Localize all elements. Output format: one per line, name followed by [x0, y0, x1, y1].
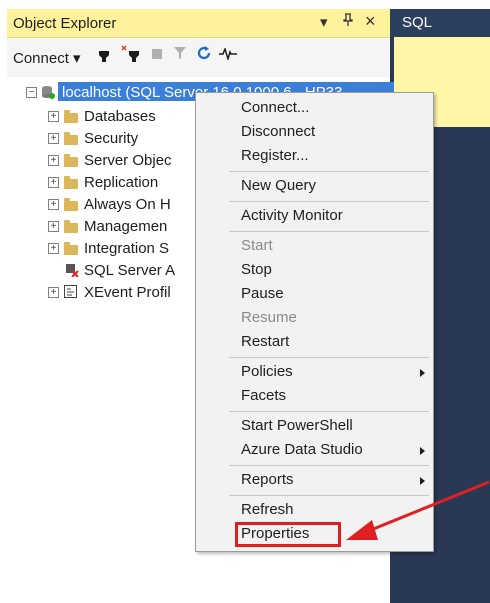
window-position-dropdown-icon[interactable]: ▾	[320, 13, 328, 31]
menu-item-facets[interactable]: Facets	[241, 387, 286, 404]
menu-separator	[229, 171, 429, 172]
stop-icon[interactable]	[151, 47, 163, 64]
folder-icon	[64, 198, 78, 211]
expand-icon[interactable]: +	[48, 133, 59, 144]
submenu-arrow-icon	[420, 447, 425, 455]
object-explorer-toolbar: Connect ▾	[7, 39, 390, 77]
expand-icon[interactable]: +	[48, 243, 59, 254]
filter-icon[interactable]	[173, 46, 187, 64]
expand-icon[interactable]: +	[48, 155, 59, 166]
tree-item-label: Integration S	[84, 240, 170, 257]
properties-highlight-box	[235, 522, 341, 547]
activity-monitor-icon[interactable]	[219, 46, 237, 64]
menu-separator	[229, 231, 429, 232]
menu-item-activity-monitor[interactable]: Activity Monitor	[241, 207, 343, 224]
document-tab-label: SQL	[402, 14, 433, 31]
expand-icon[interactable]: +	[48, 221, 59, 232]
connect-dropdown-button[interactable]: Connect ▾	[13, 49, 81, 67]
pin-icon[interactable]	[342, 13, 354, 31]
folder-icon	[64, 132, 78, 145]
object-explorer-title-bar: Object Explorer ▾ ×	[7, 9, 390, 38]
menu-item-connect[interactable]: Connect...	[241, 99, 309, 116]
tree-item-label: Always On H	[84, 196, 171, 213]
folder-icon	[64, 176, 78, 189]
menu-separator	[229, 495, 429, 496]
folder-icon	[64, 220, 78, 233]
tree-item-label: SQL Server A	[84, 262, 176, 279]
menu-item-reports[interactable]: Reports	[241, 471, 294, 488]
tree-item-label: Replication	[84, 174, 159, 191]
menu-item-register[interactable]: Register...	[241, 147, 309, 164]
tree-item-label: XEvent Profil	[84, 284, 171, 301]
menu-item-restart[interactable]: Restart	[241, 333, 289, 350]
refresh-icon[interactable]	[196, 45, 212, 65]
server-context-menu: Connect... Disconnect Register... New Qu…	[195, 92, 434, 552]
disconnect-icon[interactable]	[121, 45, 141, 67]
folder-icon	[64, 242, 78, 255]
connect-plug-icon[interactable]	[97, 45, 111, 67]
menu-item-start-powershell[interactable]: Start PowerShell	[241, 417, 353, 434]
menu-item-policies[interactable]: Policies	[241, 363, 293, 380]
menu-item-new-query[interactable]: New Query	[241, 177, 316, 194]
document-tab[interactable]: SQL	[390, 9, 490, 37]
expand-icon[interactable]: +	[48, 287, 59, 298]
menu-separator	[229, 201, 429, 202]
submenu-arrow-icon	[420, 369, 425, 377]
menu-item-stop[interactable]: Stop	[241, 261, 272, 278]
menu-item-disconnect[interactable]: Disconnect	[241, 123, 315, 140]
object-explorer-title: Object Explorer	[13, 15, 117, 32]
expand-icon[interactable]: +	[48, 199, 59, 210]
tree-item-label: Server Objec	[84, 152, 172, 169]
menu-separator	[229, 357, 429, 358]
tree-item-label: Security	[84, 130, 139, 147]
expand-icon[interactable]: +	[48, 177, 59, 188]
menu-item-refresh[interactable]: Refresh	[241, 501, 294, 518]
menu-item-azure-data-studio[interactable]: Azure Data Studio	[241, 441, 363, 458]
menu-item-resume: Resume	[241, 309, 297, 326]
tree-item-label: Managemen	[84, 218, 168, 235]
server-icon	[41, 85, 55, 103]
menu-item-pause[interactable]: Pause	[241, 285, 284, 302]
folder-icon	[64, 154, 78, 167]
tree-item-label: Databases	[84, 108, 156, 125]
submenu-arrow-icon	[420, 477, 425, 485]
close-icon[interactable]: ×	[365, 11, 376, 32]
menu-separator	[229, 465, 429, 466]
menu-separator	[229, 411, 429, 412]
sql-agent-icon	[65, 263, 79, 281]
expand-icon[interactable]: +	[48, 111, 59, 122]
xevent-icon	[64, 285, 77, 302]
menu-item-start: Start	[241, 237, 273, 254]
collapse-icon[interactable]: −	[26, 87, 37, 98]
folder-icon	[64, 110, 78, 123]
